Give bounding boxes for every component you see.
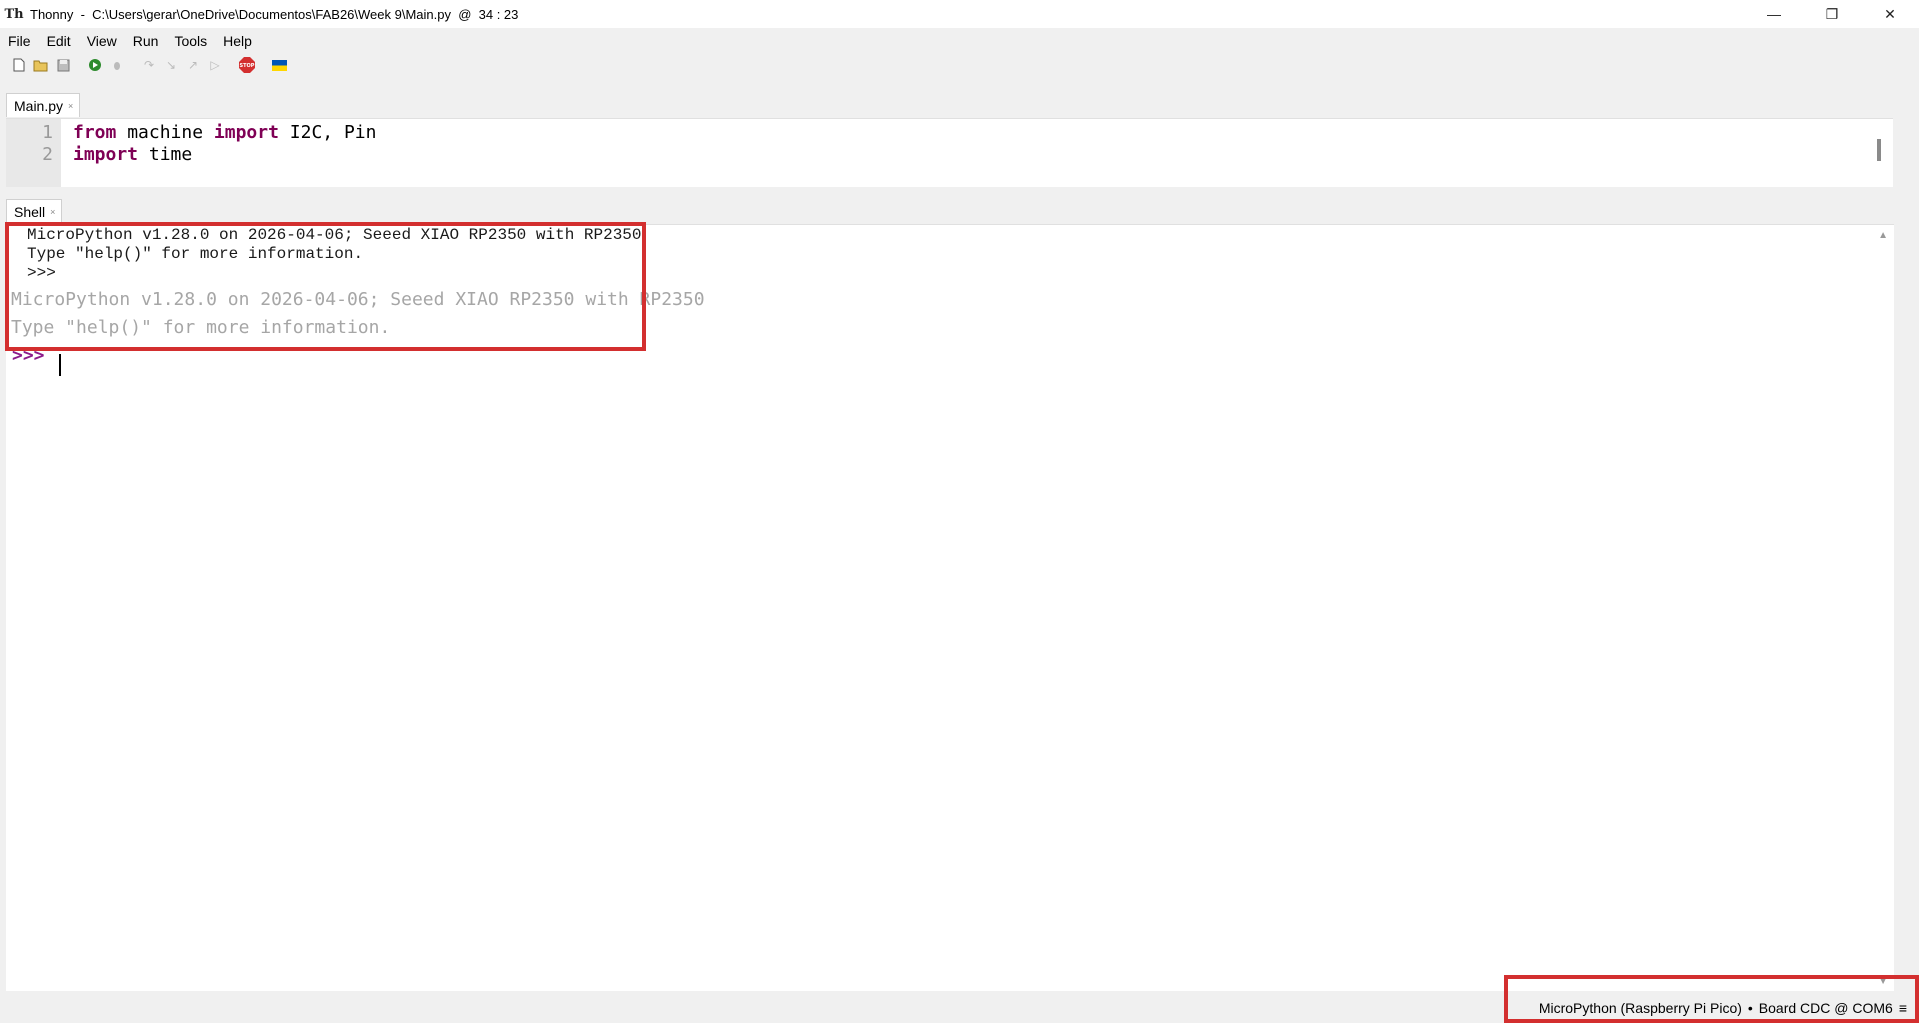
tab-label: Shell [14,203,46,220]
shell-panel[interactable]: MicroPython v1.28.0 on 2026-04-06; Seeed… [5,222,1894,991]
editor-scrollbar[interactable] [1877,139,1881,161]
tab-shell[interactable]: Shell × [6,199,63,223]
keyword: import [213,122,279,143]
title-bar: Th Thonny - C:\Users\gerar\OneDrive\Docu… [0,0,1919,28]
step-out-icon[interactable]: ↗ [182,56,204,74]
restore-button[interactable]: ❐ [1803,0,1861,28]
new-file-icon[interactable] [8,56,30,74]
svg-text:STOP: STOP [240,63,255,69]
window-title: Thonny - C:\Users\gerar\OneDrive\Documen… [30,6,519,22]
thonny-logo-icon: Th [4,6,24,22]
code-text: I2C, Pin [278,122,377,143]
code-text: machine [116,122,214,143]
menu-view[interactable]: View [79,33,125,49]
menu-tools[interactable]: Tools [166,33,215,49]
keyword: import [73,144,139,165]
menu-help[interactable]: Help [215,33,260,49]
code-editor[interactable]: 1 2 from machine import I2C, Pin import … [6,118,1893,187]
ukraine-flag-icon[interactable] [268,56,290,74]
line-number-gutter: 1 2 [6,119,61,187]
menu-run[interactable]: Run [125,33,167,49]
resume-icon[interactable]: ▷ [204,56,226,74]
debug-icon[interactable] [106,56,128,74]
minimize-button[interactable]: — [1745,0,1803,28]
toolbar: ↷ ↘ ↗ ▷ STOP [0,54,1919,76]
save-file-icon[interactable] [52,56,74,74]
code-text: time [138,144,193,165]
line-number: 1 [42,122,53,143]
keyword: from [73,122,117,143]
line-number: 2 [42,144,53,165]
menu-file[interactable]: File [0,33,39,49]
editor-tabs: Main.py × [6,93,81,117]
close-tab-icon[interactable]: × [50,207,55,217]
step-over-icon[interactable]: ↷ [138,56,160,74]
shell-tabs: Shell × [6,199,63,223]
menu-edit[interactable]: Edit [39,33,79,49]
code-line: import time [73,144,192,165]
window-controls: — ❐ ✕ [1745,0,1919,28]
open-file-icon[interactable] [30,56,52,74]
tab-main-py[interactable]: Main.py × [6,93,81,117]
code-line: from machine import I2C, Pin [73,122,376,143]
close-window-button[interactable]: ✕ [1861,0,1919,28]
tab-label: Main.py [14,97,64,114]
close-tab-icon[interactable]: × [68,101,73,111]
run-icon[interactable] [84,56,106,74]
menu-bar: File Edit View Run Tools Help [0,28,1919,53]
highlight-annotation [5,222,646,351]
step-into-icon[interactable]: ↘ [160,56,182,74]
text-cursor [59,354,61,376]
highlight-annotation [1504,975,1919,1023]
scroll-up-icon[interactable]: ▲ [1878,230,1888,241]
stop-icon[interactable]: STOP [236,56,258,74]
